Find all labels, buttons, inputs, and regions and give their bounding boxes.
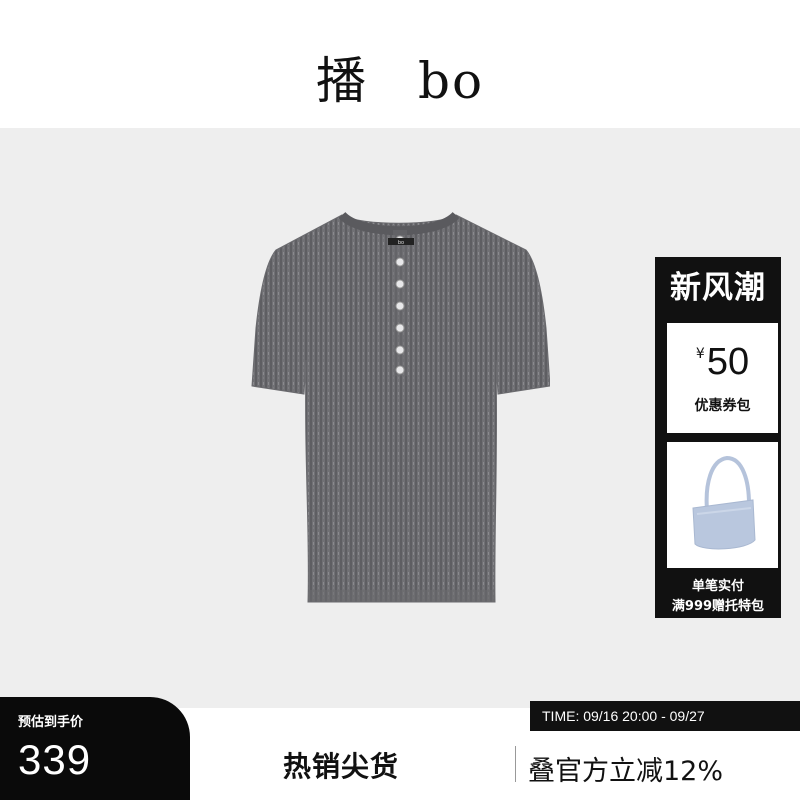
divider <box>515 746 516 782</box>
time-bar: TIME: 09/16 20:00 - 09/27 <box>530 701 800 731</box>
price-value: 339 <box>18 736 92 783</box>
coupon-amount: ¥50 <box>667 343 778 381</box>
coupon-card[interactable]: ¥50 优惠券包 <box>667 323 778 433</box>
brand-latin: bo <box>417 52 485 110</box>
knit-top-image[interactable]: bo <box>250 210 550 610</box>
coupon-value: 50 <box>706 341 750 383</box>
header: 播 bo <box>0 0 800 128</box>
hot-sale-label: 热销尖货 <box>283 750 400 783</box>
brand-logo: 播 bo <box>0 56 800 106</box>
promo-panel[interactable]: 新风潮 ¥50 优惠券包 单笔实付 满999赠托特包 <box>655 257 781 618</box>
time-text: TIME: 09/16 20:00 - 09/27 <box>542 708 705 724</box>
gift-line-1: 单笔实付 <box>691 579 744 594</box>
coupon-currency: ¥ <box>695 346 705 362</box>
neck-label-text: bo <box>398 240 404 246</box>
discount-label: 叠官方立减12% <box>528 756 724 787</box>
promo-title: 新风潮 <box>670 270 766 306</box>
coupon-label: 优惠券包 <box>694 398 751 414</box>
brand-char: 播 <box>315 52 368 110</box>
gift-line-2: 满999赠托特包 <box>671 599 765 614</box>
tote-bag-image <box>692 455 756 550</box>
gift-card[interactable] <box>667 442 778 568</box>
price-tab: 预估到手价 339 <box>0 697 190 800</box>
price-label: 预估到手价 <box>18 715 84 730</box>
